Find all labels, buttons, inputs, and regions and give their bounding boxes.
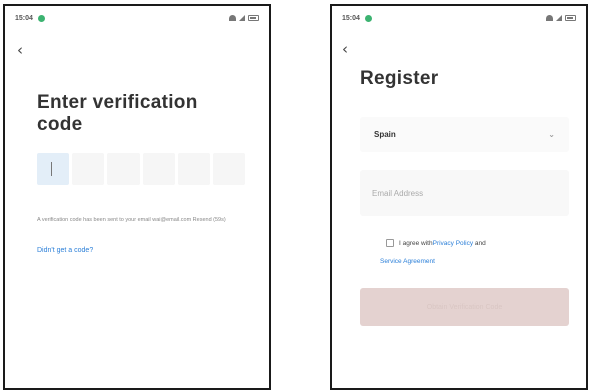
cell-signal-icon [556, 15, 562, 21]
page-title: Register [360, 68, 439, 89]
agree-and-text: and [474, 239, 486, 247]
notification-dot-icon [37, 14, 45, 22]
notification-dot-icon [364, 14, 372, 22]
verification-hint-text: A verification code has been sent to you… [37, 217, 226, 223]
code-digit-box-5[interactable] [177, 153, 210, 185]
battery-icon [565, 15, 576, 21]
country-select-value: Spain [374, 130, 396, 139]
verification-screen: 15:04 ‹ Enter verification code A verifi… [3, 4, 271, 390]
page-title: Enter verification code [37, 92, 198, 135]
agreement-row: I agree withPrivacy Policy and [386, 239, 576, 247]
privacy-policy-link[interactable]: Privacy Policy [433, 240, 473, 247]
battery-icon [248, 15, 259, 21]
service-agreement-link[interactable]: Service Agreement [380, 258, 435, 265]
code-digit-box-1[interactable] [37, 153, 70, 185]
back-button[interactable]: ‹ [342, 42, 348, 57]
register-screen: 15:04 ‹ Register Spain ⌄ I agree withPri… [330, 4, 588, 390]
verification-code-input[interactable] [37, 153, 246, 185]
code-digit-box-6[interactable] [212, 153, 246, 185]
wifi-icon [229, 15, 236, 21]
get-verification-code-button[interactable]: Obtain Verification Code [360, 288, 569, 326]
status-bar: 15:04 [342, 12, 576, 24]
code-digit-box-4[interactable] [142, 153, 175, 185]
chevron-down-icon: ⌄ [548, 130, 555, 139]
agree-text: I agree with [399, 239, 433, 247]
resend-code-link[interactable]: Didn't get a code? [37, 247, 93, 254]
wifi-icon [546, 15, 553, 21]
cell-signal-icon [239, 15, 245, 21]
country-select[interactable]: Spain ⌄ [360, 117, 569, 152]
status-time: 15:04 [342, 14, 360, 22]
email-field[interactable] [360, 170, 569, 216]
agree-checkbox[interactable] [386, 239, 394, 247]
status-bar: 15:04 [15, 12, 259, 24]
status-time: 15:04 [15, 14, 33, 22]
back-button[interactable]: ‹ [17, 43, 23, 58]
screenshot-canvas: 15:04 ‹ Enter verification code A verifi… [0, 0, 591, 392]
code-digit-box-2[interactable] [72, 153, 105, 185]
code-digit-box-3[interactable] [107, 153, 140, 185]
